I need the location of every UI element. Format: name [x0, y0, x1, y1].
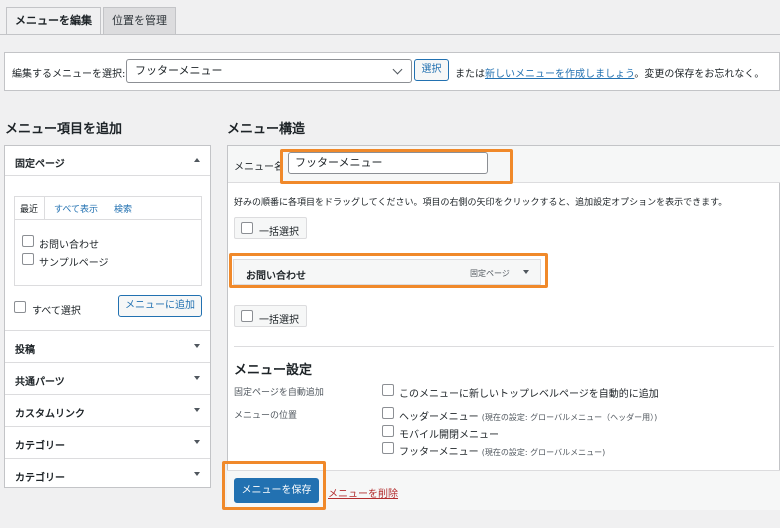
highlight-box — [222, 461, 326, 510]
location-name: ヘッダーメニュー — [399, 412, 479, 423]
expand-arrow-icon[interactable] — [194, 472, 200, 476]
menu-select-bar: 編集するメニューを選択: フッターメニュー 選択 または新しいメニューを作成しま… — [4, 52, 780, 91]
chevron-down-icon — [392, 64, 403, 75]
select-all-checkbox[interactable] — [14, 301, 26, 313]
tab-manage-locations[interactable]: 位置を管理 — [103, 7, 176, 34]
section-categories-title: カテゴリー — [15, 441, 65, 452]
bulk-select-top[interactable]: 一括選択 — [234, 217, 307, 239]
tab-recent-label: 最近 — [20, 205, 39, 215]
create-new-menu-link[interactable]: 新しいメニューを作成しましょう — [485, 69, 634, 80]
page-label-sample: サンプルページ — [39, 258, 109, 269]
tab-recent[interactable]: 最近 — [15, 197, 45, 219]
location-header: ヘッダーメニュー (現在の設定: グローバルメニュー（ヘッダー用）) — [399, 408, 657, 423]
location-checkbox-mobile[interactable] — [382, 425, 394, 437]
page-label-contact: お問い合わせ — [39, 240, 99, 251]
select-all-label: すべて選択 — [32, 306, 81, 317]
section-common-parts[interactable]: 共通パーツ — [5, 362, 210, 394]
pages-section-title: 固定ページ — [15, 159, 65, 170]
select-menu-label: 編集するメニューを選択: — [12, 69, 126, 80]
select-button[interactable]: 選択 — [414, 59, 449, 81]
expand-arrow-icon[interactable] — [194, 376, 200, 380]
drag-instructions: 好みの順番に各項目をドラッグしてください。項目の右側の矢印をクリックすると、追加… — [234, 198, 728, 208]
delete-menu-link[interactable]: メニューを削除 — [328, 485, 398, 500]
add-to-menu-button[interactable]: メニューに追加 — [118, 295, 202, 317]
section-common-parts-title: 共通パーツ — [15, 377, 65, 388]
bulk-select-checkbox[interactable] — [241, 222, 253, 234]
bulk-select-label: 一括選択 — [259, 315, 299, 326]
add-menu-items-heading: メニュー項目を追加 — [5, 122, 123, 137]
tab-divider — [0, 34, 780, 35]
menu-structure-heading: メニュー構造 — [227, 122, 306, 137]
highlight-box — [229, 253, 548, 288]
expand-arrow-icon[interactable] — [194, 440, 200, 444]
auto-add-option-label: このメニューに新しいトップレベルページを自動的に追加 — [399, 389, 659, 400]
bulk-select-bottom[interactable]: 一括選択 — [234, 305, 307, 327]
tab-search[interactable]: 検索 — [114, 202, 132, 215]
bulk-select-checkbox[interactable] — [241, 310, 253, 322]
location-footer: フッターメニュー (現在の設定: グローバルメニュー) — [399, 443, 605, 458]
auto-add-checkbox[interactable] — [382, 384, 394, 396]
menu-dropdown-value: フッターメニュー — [135, 64, 223, 77]
page-checkbox-sample[interactable] — [22, 253, 34, 265]
reminder-text: 。変更の保存をお忘れなく。 — [634, 69, 765, 80]
menu-location-label: メニューの位置 — [234, 411, 298, 421]
divider — [234, 346, 774, 347]
expand-arrow-icon[interactable] — [194, 344, 200, 348]
collapse-arrow-icon[interactable] — [194, 158, 200, 162]
create-menu-text: または新しいメニューを作成しましょう。変更の保存をお忘れなく。 — [455, 65, 764, 80]
location-name: フッターメニュー — [399, 447, 479, 458]
location-mobile: モバイル開閉メニュー — [399, 430, 499, 441]
section-categories-2-title: カテゴリー — [15, 473, 65, 484]
tab-edit-menu[interactable]: メニューを編集 — [6, 7, 101, 35]
location-note: (現在の設定: グローバルメニュー（ヘッダー用）) — [481, 413, 658, 422]
tab-view-all[interactable]: すべて表示 — [54, 202, 98, 215]
expand-arrow-icon[interactable] — [194, 408, 200, 412]
section-custom-links-title: カスタムリンク — [15, 409, 85, 420]
auto-add-label: 固定ページを自動追加 — [234, 388, 324, 398]
bulk-select-label: 一括選択 — [259, 227, 299, 238]
pages-section-header[interactable]: 固定ページ — [5, 146, 210, 176]
location-checkbox-footer[interactable] — [382, 442, 394, 454]
section-categories-2[interactable]: カテゴリー — [5, 458, 210, 490]
section-custom-links[interactable]: カスタムリンク — [5, 394, 210, 426]
menu-dropdown[interactable]: フッターメニュー — [126, 59, 412, 83]
menu-name-label: メニュー名 — [234, 162, 284, 173]
pages-tab-panel: 最近 すべて表示 検索 お問い合わせ サンプルページ — [14, 196, 202, 286]
page-checkbox-contact[interactable] — [22, 235, 34, 247]
section-categories[interactable]: カテゴリー — [5, 426, 210, 458]
location-checkbox-header[interactable] — [382, 407, 394, 419]
highlight-box — [280, 149, 513, 184]
section-posts-title: 投稿 — [15, 345, 35, 356]
or-text: または — [455, 69, 485, 80]
location-note: (現在の設定: グローバルメニュー) — [481, 448, 606, 457]
menu-settings-heading: メニュー設定 — [234, 363, 313, 378]
section-posts[interactable]: 投稿 — [5, 330, 210, 362]
